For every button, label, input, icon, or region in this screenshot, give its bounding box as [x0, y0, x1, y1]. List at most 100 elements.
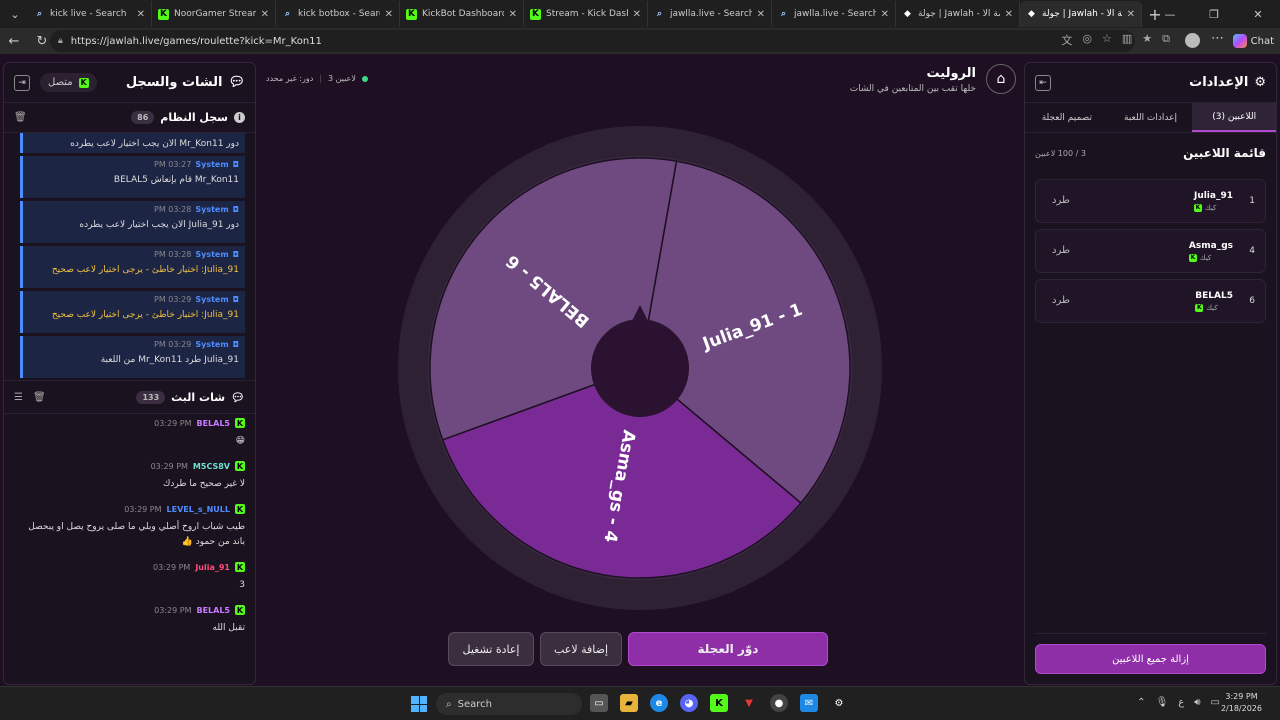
chat-text: طيب شباب اروح أصلي وبلي ما صلى يروح يصل … — [28, 522, 245, 547]
close-tab-icon[interactable]: ✕ — [633, 9, 641, 20]
wheel-hub[interactable] — [591, 319, 689, 417]
collections-icon[interactable]: ⧉ — [1162, 32, 1170, 48]
taskbar-search[interactable]: ⌕ Search — [436, 693, 582, 715]
mail-icon[interactable]: ✉ — [800, 694, 818, 712]
settings-app-icon[interactable]: ⚙ — [830, 694, 848, 712]
kick-player-button[interactable]: طرد — [1052, 195, 1070, 206]
close-tab-icon[interactable]: ✕ — [757, 9, 765, 20]
kick-player-button[interactable]: طرد — [1052, 245, 1070, 256]
back-icon[interactable]: ← — [0, 34, 28, 49]
collapse-settings-icon[interactable]: ⇤ — [1035, 74, 1051, 91]
log-time: 03:29 PM — [154, 295, 192, 304]
close-tab-icon[interactable]: ✕ — [1005, 9, 1013, 20]
chat-username[interactable]: Julia_91 — [195, 563, 230, 572]
language-indicator[interactable]: ع — [1178, 697, 1184, 708]
collapse-panel-icon[interactable]: ⇥ — [14, 74, 30, 91]
spin-wheel-button[interactable]: دوّر العجلة — [628, 632, 828, 666]
browser-tab[interactable]: ⌕ kick botbox - Search ✕ — [276, 1, 400, 27]
robot-icon: ◘ — [232, 250, 239, 259]
restore-icon[interactable]: ❐ — [1192, 0, 1236, 28]
log-sender: System — [195, 295, 229, 304]
browser-tab[interactable]: ⌕ jawlla.live - Search ✕ — [648, 1, 772, 27]
browser-tab[interactable]: K NoorGamer Stream - Wa ✕ — [152, 1, 276, 27]
settings-header: ⚙ الإعدادات ⇤ — [1025, 63, 1276, 103]
discord-icon[interactable]: ◕ — [680, 694, 698, 712]
kick-player-button[interactable]: طرد — [1052, 295, 1070, 306]
remove-all-players-button[interactable]: إزالة جميع اللاعبين — [1035, 644, 1266, 674]
chevron-up-icon[interactable]: ⌃ — [1137, 697, 1145, 708]
favorites-icon[interactable]: ★ — [1142, 32, 1152, 48]
close-tab-icon[interactable]: ✕ — [385, 9, 393, 20]
tab-title: kick live - Search — [50, 9, 127, 19]
browser-tab[interactable]: ◆ جولة | Jawlah - منصة الأ ✕ — [896, 1, 1020, 27]
mic-icon[interactable]: 🎙︎ — [1156, 697, 1169, 708]
favorite-star-icon[interactable]: ☆ — [1102, 32, 1112, 48]
url-field[interactable]: 🔒︎ https://jawlah.live/games/roulette?ki… — [50, 30, 1135, 52]
chat-username[interactable]: BELAL5 — [196, 606, 230, 615]
chat-username[interactable]: M5CS8V — [193, 462, 230, 471]
volume-icon[interactable]: 🔊︎ — [1194, 697, 1200, 708]
system-log-list[interactable]: دور Mr_Kon11 الان يجب اختيار لاعب يطرده ◘… — [4, 133, 255, 380]
address-bar-row: ← ↻ 🔒︎ https://jawlah.live/games/roulett… — [0, 28, 1280, 54]
clock[interactable]: 3:29 PM 2/18/2026 — [1221, 691, 1262, 715]
tracking-icon[interactable]: ◎ — [1082, 32, 1092, 48]
file-explorer-icon[interactable]: ▰ — [620, 694, 638, 712]
site-info-icon[interactable]: 🔒︎ — [58, 36, 63, 46]
system-tray: ⌃ 🎙︎ ع 🔊︎ ▭ — [1137, 697, 1220, 708]
browser-tab[interactable]: ⌕ kick live - Search ✕ — [28, 1, 152, 27]
copilot-chat-button[interactable]: Chat — [1232, 32, 1274, 50]
close-tab-icon[interactable]: ✕ — [881, 9, 889, 20]
home-icon[interactable]: ⌂ — [986, 64, 1016, 94]
browser-tab[interactable]: K Stream - Kick Dashboar ✕ — [524, 1, 648, 27]
chat-meta: K Julia_91 03:29 PM — [14, 562, 245, 572]
split-screen-icon[interactable]: ▥ — [1122, 32, 1132, 48]
tab-title: KickBot Dashboard — [422, 9, 504, 19]
player-card: 6 BELAL5 كيك K طرد — [1035, 279, 1266, 323]
filter-icon[interactable]: ☰ — [14, 392, 23, 403]
chat-time: 03:29 PM — [154, 605, 192, 615]
browser-tab[interactable]: ⌕ jawlla.live - Search Imag ✕ — [772, 1, 896, 27]
separator: | — [319, 74, 322, 83]
close-tab-icon[interactable]: ✕ — [1127, 9, 1135, 20]
battery-icon[interactable]: ▭ — [1211, 697, 1220, 708]
close-tab-icon[interactable]: ✕ — [509, 9, 517, 20]
minimize-icon[interactable]: — — [1148, 0, 1192, 28]
tab-title: جولة | Jawlah - منصة الأ — [1042, 9, 1122, 19]
windows-start-icon[interactable] — [411, 696, 427, 712]
settings-tab[interactable]: تصميم العجلة — [1025, 103, 1109, 132]
close-tab-icon[interactable]: ✕ — [137, 9, 145, 20]
kick-app-icon[interactable]: K — [710, 694, 728, 712]
chat-username[interactable]: LEVEL_s_NULL — [167, 505, 230, 514]
add-player-button[interactable]: إضافة لاعب — [540, 632, 622, 666]
clear-log-trash-icon[interactable]: 🗑︎ — [14, 112, 27, 123]
red-app-icon[interactable]: ▼ — [740, 694, 758, 712]
browser-tab[interactable]: ◆ جولة | Jawlah - منصة الأ ✕ — [1020, 1, 1142, 27]
address-bar-actions: 文 ◎ ☆ ▥ ★ ⧉ — [1061, 32, 1170, 48]
profile-avatar[interactable] — [1185, 33, 1200, 48]
tab-title: جولة | Jawlah - منصة الأ — [918, 9, 1000, 19]
game-title: الروليت — [926, 66, 976, 81]
clear-chat-trash-icon[interactable]: 🗑︎ — [33, 392, 46, 403]
settings-tab[interactable]: اللاعبين (3) — [1192, 103, 1276, 132]
clock-date: 2/18/2026 — [1220, 704, 1262, 713]
chat-username[interactable]: BELAL5 — [196, 419, 230, 428]
close-tab-icon[interactable]: ✕ — [261, 9, 269, 20]
taskbar-apps: ▭ ▰ e ◕ K ▼ ● ✉ ⚙ — [590, 694, 848, 712]
browser-tab[interactable]: K KickBot Dashboard ✕ — [400, 1, 524, 27]
edge-icon[interactable]: e — [650, 694, 668, 712]
translate-icon[interactable]: 文 — [1061, 32, 1072, 48]
gear-icon: ⚙ — [1254, 75, 1266, 90]
restart-button[interactable]: إعادة تشغيل — [448, 632, 534, 666]
copilot-icon — [1232, 34, 1247, 48]
chat-time: 03:29 PM — [150, 461, 188, 471]
task-view-icon[interactable]: ▭ — [590, 694, 608, 712]
stream-chat-list[interactable]: K BELAL5 03:29 PM 😁 K M5CS8V 03:29 PM لا غير صح… — [4, 414, 255, 652]
log-text: Julia_91: اختيار خاطئ - يرجى اختيار لاعب… — [51, 310, 239, 320]
more-icon[interactable]: ⋯ — [1211, 31, 1224, 46]
close-window-icon[interactable]: ✕ — [1236, 0, 1280, 28]
tab-actions-icon[interactable]: ⌄ — [2, 1, 28, 27]
system-log-entry: ◘ System 03:28 PM دور Julia_91 الان يجب اخت… — [20, 201, 245, 243]
github-icon[interactable]: ● — [770, 694, 788, 712]
roulette-wheel[interactable]: Julia_91 - 1 Asma_gs - 4 BELAL5 - 6 — [398, 126, 882, 610]
settings-tab[interactable]: إعدادات اللعبة — [1109, 103, 1193, 132]
